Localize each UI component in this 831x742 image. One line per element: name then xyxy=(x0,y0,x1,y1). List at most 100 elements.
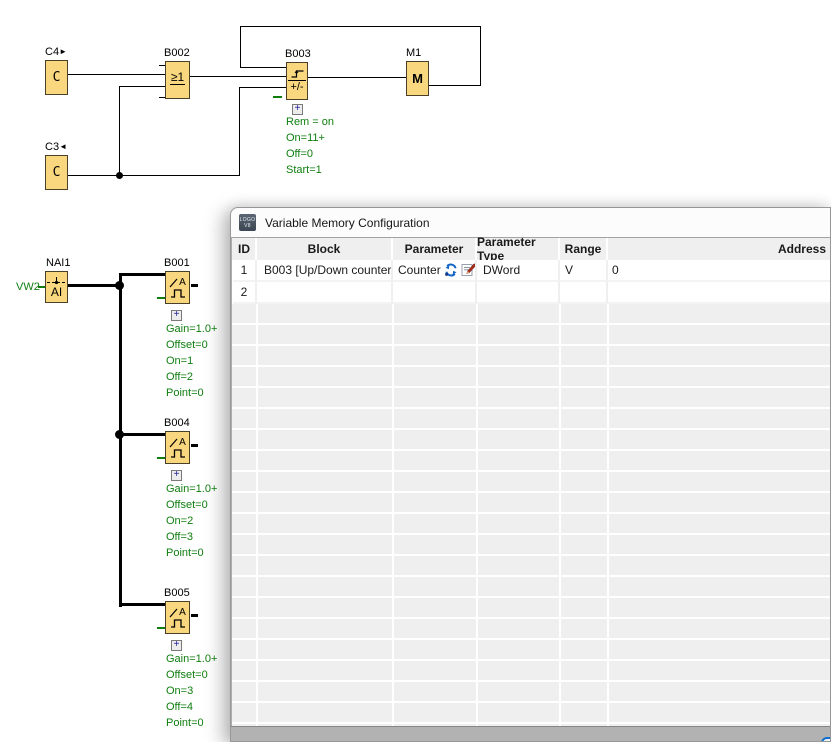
column-header-block[interactable]: Block xyxy=(257,238,393,260)
analog-input-symbol: AI xyxy=(51,286,62,298)
label-nai1: NAI1 xyxy=(46,257,70,269)
marker-symbol: M xyxy=(412,71,423,86)
label-c4: C4► xyxy=(45,46,67,58)
open-input-b005 xyxy=(157,627,165,629)
block-c3[interactable]: C xyxy=(45,155,68,190)
cell-parameter[interactable]: Counter xyxy=(393,260,477,282)
param-line: Offset=0 xyxy=(166,337,217,353)
analog-symbol: A xyxy=(179,608,186,618)
refresh-icon[interactable] xyxy=(444,263,458,277)
block-b002-or[interactable]: ≥1 xyxy=(165,61,190,99)
block-b003-updown-counter[interactable]: +/- xyxy=(286,62,308,100)
column-header-parameter[interactable]: Parameter xyxy=(393,238,477,260)
params-b005: Gain=1.0+ Offset=0 On=3 Off=4 Point=0 xyxy=(166,651,217,731)
param-line: Off=2 xyxy=(166,369,217,385)
open-input-b001 xyxy=(157,297,165,299)
network-input-icon xyxy=(47,276,66,285)
cell-address[interactable] xyxy=(608,282,831,304)
table-empty-rows xyxy=(231,304,830,726)
label-b004: B004 xyxy=(164,417,190,429)
table-header-row: ID Block Parameter Parameter Type Range … xyxy=(231,237,830,260)
block-c4[interactable]: C xyxy=(45,60,68,95)
column-header-parameter-type[interactable]: Parameter Type xyxy=(477,238,560,260)
column-header-id[interactable]: ID xyxy=(233,238,257,260)
label-b002: B002 xyxy=(164,47,190,59)
cell-address[interactable]: 0 xyxy=(608,260,831,282)
ok-button[interactable] xyxy=(821,737,831,742)
wire-m1-out xyxy=(429,85,481,86)
param-line: On=3 xyxy=(166,683,217,699)
param-line: On=1 xyxy=(166,353,217,369)
wire-c4-b002 xyxy=(68,74,165,75)
column-gridline xyxy=(607,304,609,726)
label-c3: C3◄ xyxy=(45,141,67,153)
param-line: Offset=0 xyxy=(166,667,217,683)
pulse-icon xyxy=(170,289,186,298)
slope-icon xyxy=(169,438,178,448)
wire-nai1-out xyxy=(68,284,120,287)
block-b004-analog-trigger[interactable]: A xyxy=(165,431,190,464)
param-line: On=2 xyxy=(166,513,217,529)
pulse-icon xyxy=(170,449,186,458)
cell-block[interactable]: B003 [Up/Down counter] xyxy=(257,260,393,282)
expand-button-b005[interactable]: + xyxy=(171,640,182,651)
wire-loop-top xyxy=(240,26,481,27)
dialog-title: Variable Memory Configuration xyxy=(265,216,430,230)
slope-icon xyxy=(169,278,178,288)
cell-parameter-type[interactable]: DWord xyxy=(477,260,560,282)
edit-icon[interactable] xyxy=(461,263,476,277)
app-icon-text: V8 xyxy=(244,223,251,229)
cell-range[interactable]: V xyxy=(560,260,608,282)
block-m1-marker[interactable]: M xyxy=(406,61,429,96)
wire-branch-b003-horz xyxy=(239,87,286,88)
param-line: Point=0 xyxy=(166,545,217,561)
column-gridline xyxy=(476,304,478,726)
expand-button-b001[interactable]: + xyxy=(171,310,182,321)
wire-bus-b001 xyxy=(119,273,166,276)
wire-loop-left xyxy=(240,26,241,68)
cursor-key-symbol: C xyxy=(53,165,61,180)
column-gridline xyxy=(392,304,394,726)
cell-parameter-type[interactable] xyxy=(477,282,560,304)
expand-button-b004[interactable]: + xyxy=(171,470,182,481)
param-line: Start=1 xyxy=(286,162,334,178)
param-line: Gain=1.0+ xyxy=(166,651,217,667)
wire-branch-b002-horz xyxy=(119,86,165,87)
wire-branch-b003-vert xyxy=(239,87,240,176)
cell-parameter[interactable] xyxy=(393,282,477,304)
dialog-title-bar[interactable]: LOGO V8 Variable Memory Configuration xyxy=(231,208,830,237)
cell-id: 1 xyxy=(233,260,257,282)
block-b001-analog-trigger[interactable]: A xyxy=(165,271,190,304)
cell-id: 2 xyxy=(233,282,257,304)
pin-stub-b005-out xyxy=(191,614,198,617)
edge-step-icon xyxy=(290,69,305,79)
cell-range[interactable] xyxy=(560,282,608,304)
params-b003: Rem = on On=11+ Off=0 Start=1 xyxy=(286,114,334,178)
cell-block[interactable] xyxy=(257,282,393,304)
param-line: Rem = on xyxy=(286,114,334,130)
slope-icon xyxy=(169,608,178,618)
param-line: Gain=1.0+ xyxy=(166,321,217,337)
open-input-b003 xyxy=(273,96,282,98)
param-line: Point=0 xyxy=(166,385,217,401)
dialog-bottom-bar xyxy=(231,726,830,741)
column-header-address[interactable]: Address xyxy=(608,238,831,260)
wire-c3-out xyxy=(68,175,240,176)
pin-stub-b004-out xyxy=(191,444,198,447)
param-line: Gain=1.0+ xyxy=(166,481,217,497)
pulse-icon xyxy=(170,619,186,628)
param-line: Off=3 xyxy=(166,529,217,545)
block-b005-analog-trigger[interactable]: A xyxy=(165,601,190,634)
block-nai1-network-analog-input[interactable]: AI xyxy=(45,271,68,303)
pin-stub-b001-out xyxy=(191,284,198,287)
or-gate-symbol: ≥1 xyxy=(170,70,185,85)
wire-branch-b002-vert xyxy=(119,86,120,176)
wire-b003-m1 xyxy=(308,77,406,78)
cursor-key-symbol: C xyxy=(53,70,61,85)
analog-symbol: A xyxy=(179,278,186,288)
column-header-range[interactable]: Range xyxy=(560,238,608,260)
junction-dot xyxy=(116,172,123,179)
table-row[interactable]: 2 xyxy=(231,282,830,304)
table-row[interactable]: 1 B003 [Up/Down counter] Counter xyxy=(231,260,830,282)
wire-loop-right xyxy=(480,26,481,86)
